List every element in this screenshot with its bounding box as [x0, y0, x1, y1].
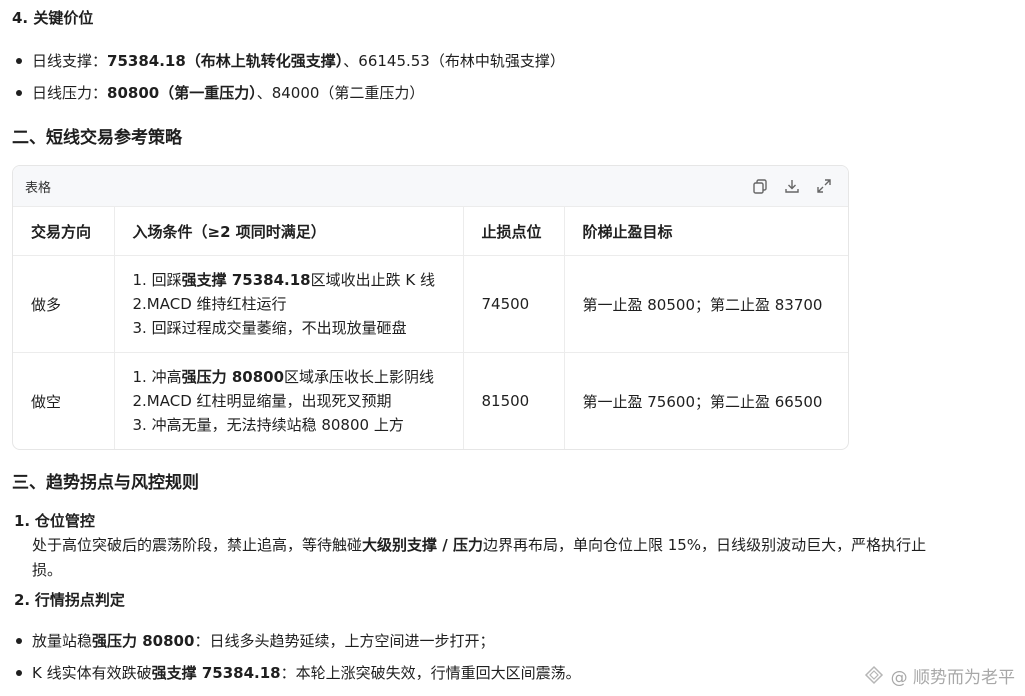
- cond-line: 1. 冲高强压力 80800区域承压收长上影阴线: [133, 365, 463, 389]
- cell-direction: 做空: [13, 352, 115, 449]
- cond-line: 2.MACD 红柱明显缩量，出现死叉预期: [132, 392, 392, 410]
- bullet-bold: 强压力 80800: [92, 632, 195, 650]
- cond-text: 1. 冲高: [132, 368, 182, 386]
- cond-bold: 强压力 80800: [181, 368, 285, 386]
- list-item: 1. 仓位管控 处于高位突破后的震荡阶段，禁止追高，等待触碰大级别支撑 / 压力…: [14, 510, 1004, 583]
- cond-line: 3. 回踩过程成交量萎缩，不出现放量砸盘: [132, 319, 407, 337]
- download-icon[interactable]: [783, 177, 801, 195]
- item-title: 仓位管控: [34, 512, 95, 530]
- item-body-continued: 损。: [32, 561, 63, 579]
- cond-text: 区域承压收长上影阴线: [284, 368, 435, 386]
- bullet-prefix: 放量站稳: [32, 632, 93, 650]
- cell-stop: 74500: [463, 255, 565, 353]
- watermark-logo-icon: [864, 665, 883, 684]
- bullet-suffix: ：日线多头趋势延续，上方空间进一步打开；: [194, 632, 495, 650]
- expand-icon[interactable]: [815, 177, 833, 195]
- cond-line: 1. 回踩强支撑 75384.18区域收出止跌 K 线: [133, 268, 463, 292]
- bullet-prefix: K 线实体有效跌破: [32, 664, 152, 682]
- copy-icon[interactable]: [751, 177, 769, 195]
- bullet-bold: 75384.18（布林上轨转化强支撑）: [107, 52, 344, 70]
- list-item: 日线压力：80800（第一重压力）、84000（第二重压力）: [14, 77, 565, 109]
- bullet-suffix: ：本轮上涨突破失效，行情重回大区间震荡。: [280, 664, 581, 682]
- bullet-bold: 强支撑 75384.18: [151, 664, 281, 682]
- bullet-suffix: 、66145.53（布林中轨强支撑）: [343, 52, 565, 70]
- item-number: 2.: [14, 591, 31, 609]
- bullet-bold: 80800（第一重压力）: [107, 84, 257, 102]
- cond-text: 区域收出止跌 K 线: [310, 271, 435, 289]
- list-item: 2. 行情拐点判定: [14, 589, 1004, 611]
- cell-entry: 1. 冲高强压力 80800区域承压收长上影阴线 2.MACD 红柱明显缩量，出…: [114, 352, 464, 449]
- cell-target: 第一止盈 80500；第二止盈 83700: [564, 255, 848, 353]
- cond-line: 2.MACD 维持红柱运行: [132, 295, 287, 313]
- list-item: 日线支撑：75384.18（布林上轨转化强支撑）、66145.53（布林中轨强支…: [14, 45, 565, 77]
- table-toolbar: 表格: [13, 166, 848, 207]
- col-header-entry: 入场条件（≥2 项同时满足）: [114, 207, 464, 256]
- bullet-prefix: 日线支撑：: [32, 52, 108, 70]
- section-heading-risk: 三、趋势拐点与风控规则: [12, 473, 199, 493]
- bullet-suffix: 、84000（第二重压力）: [256, 84, 425, 102]
- watermark-text: @ 顺势而为老平: [890, 668, 1015, 688]
- item-number: 1.: [14, 512, 31, 530]
- strategy-table-card: 表格 交易方向 入场条件（≥2 项同时满足） 止损点位 阶梯止盈目标 做多 1.…: [12, 165, 849, 450]
- table-row: 做空 1. 冲高强压力 80800区域承压收长上影阴线 2.MACD 红柱明显缩…: [13, 352, 848, 449]
- body-bold: 大级别支撑 / 压力: [362, 536, 483, 554]
- cell-direction: 做多: [13, 255, 115, 353]
- list-item: K 线实体有效跌破强支撑 75384.18：本轮上涨突破失效，行情重回大区间震荡…: [14, 657, 581, 689]
- col-header-target: 阶梯止盈目标: [564, 207, 848, 256]
- table-row: 做多 1. 回踩强支撑 75384.18区域收出止跌 K 线 2.MACD 维持…: [13, 255, 848, 353]
- bullet-prefix: 日线压力：: [32, 84, 108, 102]
- item-body: 处于高位突破后的震荡阶段，禁止追高，等待触碰大级别支撑 / 压力边界再布局，单向…: [14, 533, 1004, 558]
- watermark: @ 顺势而为老平: [863, 663, 1015, 688]
- table-label: 表格: [25, 181, 52, 196]
- list-item: 放量站稳强压力 80800：日线多头趋势延续，上方空间进一步打开；: [14, 625, 581, 657]
- strategy-table: 交易方向 入场条件（≥2 项同时满足） 止损点位 阶梯止盈目标 做多 1. 回踩…: [13, 207, 848, 449]
- body-text: 边界再布局，单向仓位上限 15%，日线级别波动巨大，严格执行止: [482, 536, 927, 554]
- cell-stop: 81500: [463, 352, 565, 449]
- document-page: 4. 关键价位 日线支撑：75384.18（布林上轨转化强支撑）、66145.5…: [0, 0, 1025, 696]
- section-heading-strategy: 二、短线交易参考策略: [12, 128, 182, 148]
- cell-entry: 1. 回踩强支撑 75384.18区域收出止跌 K 线 2.MACD 维持红柱运…: [114, 255, 464, 353]
- cond-line: 3. 冲高无量，无法持续站稳 80800 上方: [132, 416, 404, 434]
- item-title: 行情拐点判定: [34, 591, 125, 609]
- key-levels-list: 日线支撑：75384.18（布林上轨转化强支撑）、66145.53（布林中轨强支…: [14, 45, 565, 109]
- section-heading-key-levels: 4. 关键价位: [12, 9, 94, 27]
- col-header-direction: 交易方向: [13, 207, 115, 256]
- cond-text: 1. 回踩: [132, 271, 182, 289]
- cell-target: 第一止盈 75600；第二止盈 66500: [582, 392, 823, 411]
- cond-bold: 强支撑 75384.18: [181, 271, 311, 289]
- risk-rules-list: 1. 仓位管控 处于高位突破后的震荡阶段，禁止追高，等待触碰大级别支撑 / 压力…: [14, 510, 1004, 611]
- body-text: 处于高位突破后的震荡阶段，禁止追高，等待触碰: [32, 536, 363, 554]
- col-header-stop: 止损点位: [463, 207, 565, 256]
- turning-point-list: 放量站稳强压力 80800：日线多头趋势延续，上方空间进一步打开； K 线实体有…: [14, 625, 581, 689]
- table-header-row: 交易方向 入场条件（≥2 项同时满足） 止损点位 阶梯止盈目标: [13, 207, 848, 256]
